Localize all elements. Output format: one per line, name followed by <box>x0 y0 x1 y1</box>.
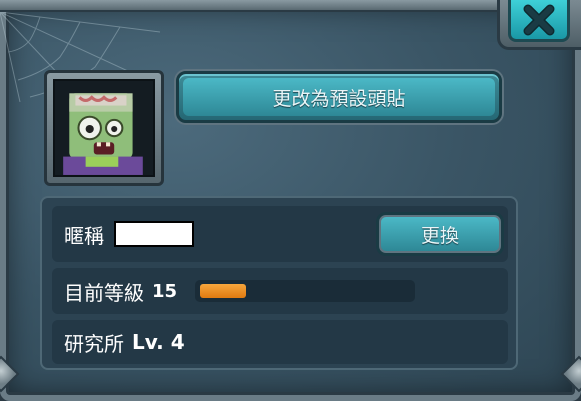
level-row: 目前等級 15 <box>52 268 508 314</box>
lab-row: 研究所 Lv. 4 <box>52 320 508 364</box>
xp-progress-bar <box>195 280 416 302</box>
lab-level-value: Lv. 4 <box>132 330 185 354</box>
xp-progress-fill <box>200 284 247 298</box>
dialog-top-border <box>0 0 581 12</box>
nickname-field[interactable] <box>114 221 194 247</box>
level-label: 目前等級 <box>64 280 144 305</box>
close-x-icon <box>523 4 555 35</box>
nickname-label: 暱稱 <box>64 223 104 248</box>
avatar-frame[interactable] <box>44 70 164 186</box>
close-button-frame <box>497 0 581 50</box>
change-nickname-label: 更換 <box>379 215 501 253</box>
zombie-avatar-icon <box>53 79 155 177</box>
profile-info-panel: 暱稱 更換 目前等級 15 研究所 Lv. 4 <box>40 196 518 370</box>
set-default-avatar-label: 更改為預設頭貼 <box>272 87 406 110</box>
level-value: 15 <box>152 280 178 302</box>
change-nickname-button[interactable]: 更換 <box>376 212 504 256</box>
lab-label: 研究所 <box>64 331 124 356</box>
nickname-row: 暱稱 更換 <box>52 206 508 262</box>
close-button[interactable] <box>508 0 570 42</box>
set-default-avatar-button[interactable]: 更改為預設頭貼 <box>176 71 502 123</box>
